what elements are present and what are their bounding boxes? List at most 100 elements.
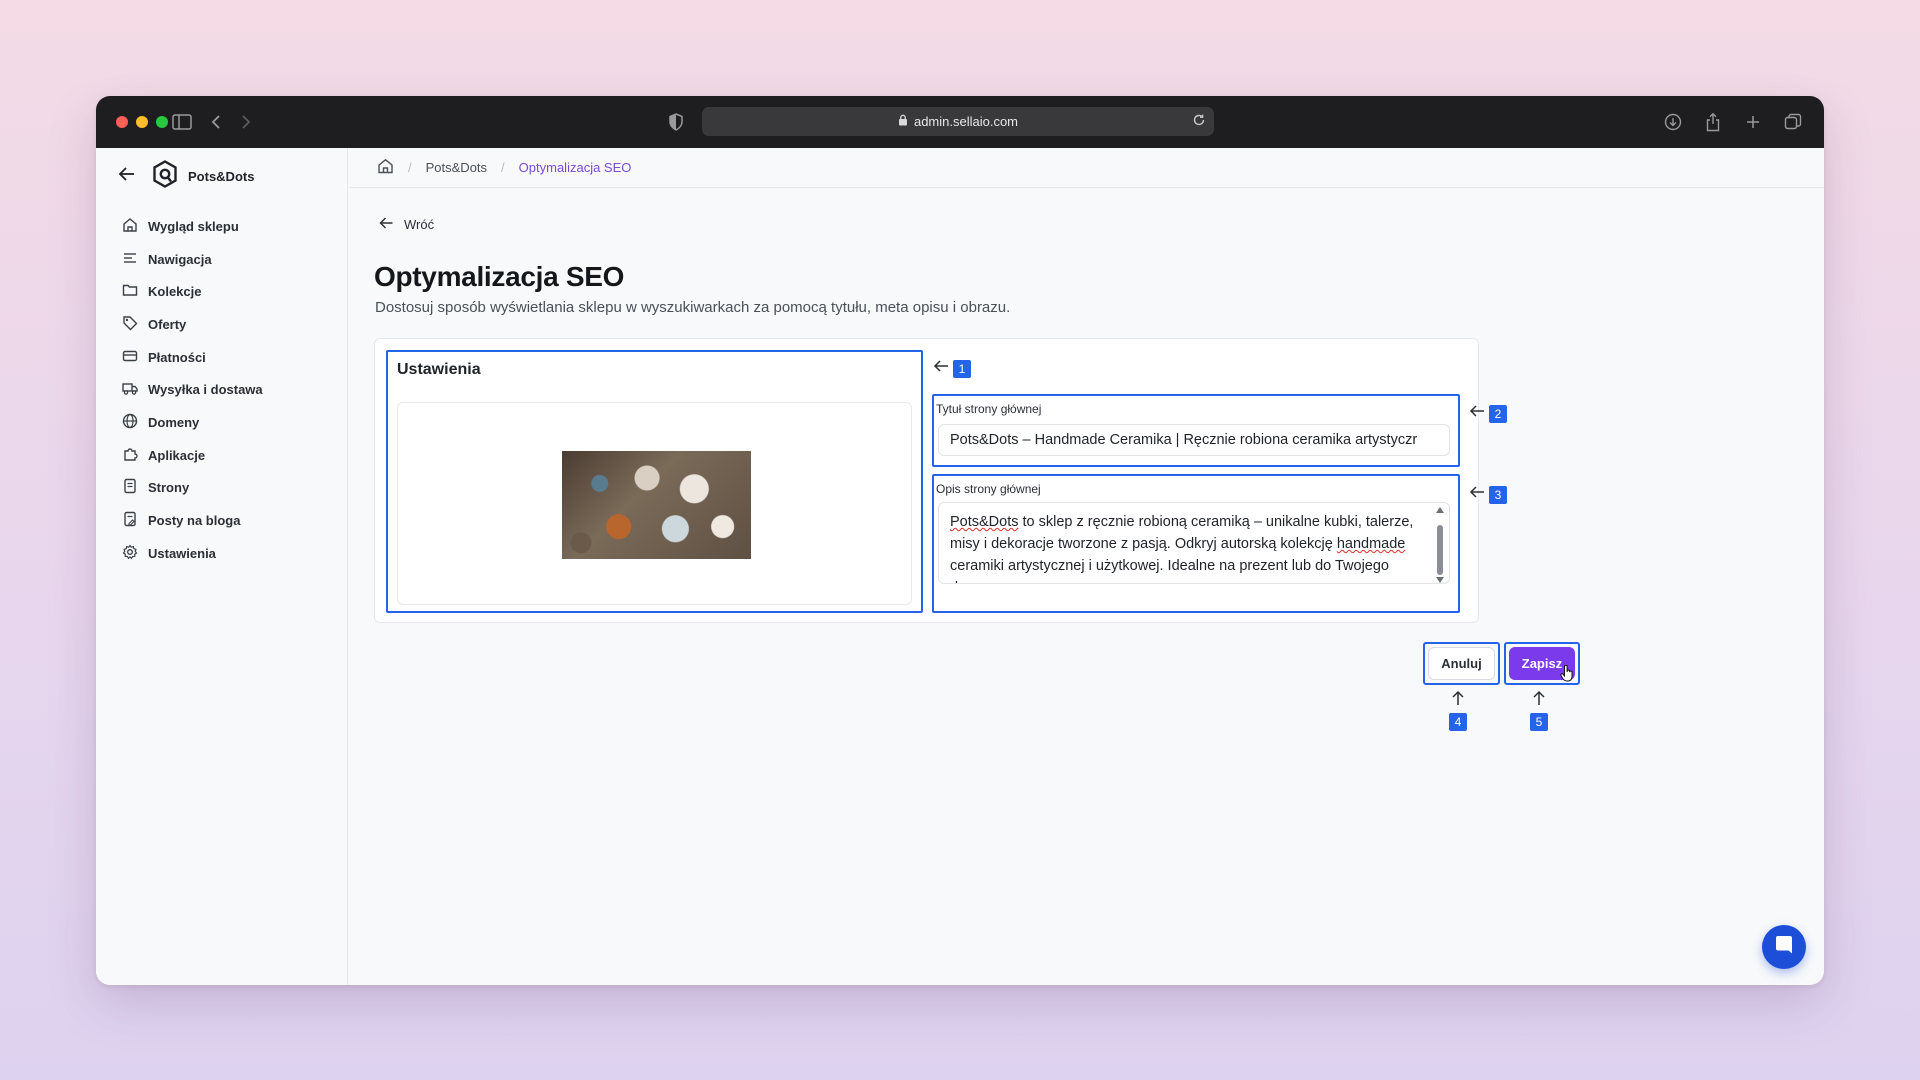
pointer-cursor-icon [1560, 664, 1574, 687]
sidebar-item-label: Płatności [148, 349, 206, 365]
sidebar-item-label: Wygląd sklepu [148, 218, 239, 234]
sidebar-item-apps[interactable]: Aplikacje [122, 439, 263, 472]
arrow-up-icon [1451, 690, 1465, 711]
chat-button[interactable] [1762, 925, 1806, 969]
sidebar-item-label: Nawigacja [148, 251, 212, 267]
zoom-window-button[interactable] [156, 116, 168, 128]
back-nav-icon[interactable] [204, 110, 228, 134]
page-subtitle: Dostosuj sposób wyświetlania sklepu w wy… [375, 299, 1011, 316]
browser-toolbar: admin.sellaio.com [96, 96, 1824, 148]
sidebar-toggle-icon[interactable] [170, 110, 194, 134]
gear-icon [122, 544, 138, 563]
settings-panel: Ustawienia [386, 350, 923, 613]
truck-icon [122, 380, 138, 399]
address-bar[interactable]: admin.sellaio.com [702, 107, 1214, 136]
settings-title: Ustawienia [397, 361, 481, 378]
arrow-left-icon [1469, 404, 1485, 423]
tag-icon [122, 315, 138, 334]
homepage-title-input[interactable]: Pots&Dots – Handmade Ceramika | Ręcznie … [938, 424, 1450, 456]
privacy-shield-icon[interactable] [664, 110, 688, 134]
sidebar-item-label: Wysyłka i dostawa [148, 382, 263, 398]
sidebar-item-store-appearance[interactable]: Wygląd sklepu [122, 210, 263, 243]
scroll-up-icon[interactable] [1436, 507, 1444, 513]
reload-icon[interactable] [1192, 113, 1206, 130]
main-content: / Pots&Dots / Optymalizacja SEO Wróć Opt… [349, 148, 1824, 985]
sidebar-item-label: Kolekcje [148, 284, 202, 300]
menu-lines-icon [122, 250, 138, 269]
sidebar-item-offers[interactable]: Oferty [122, 308, 263, 341]
sidebar-item-label: Aplikacje [148, 447, 206, 463]
cancel-button[interactable]: Anuluj [1428, 647, 1495, 680]
sidebar-item-payments[interactable]: Płatności [122, 341, 263, 374]
arrow-left-icon [379, 216, 394, 233]
annotation-5: 5 [1530, 690, 1548, 731]
sidebar-item-settings[interactable]: Ustawienia [122, 537, 263, 570]
seo-settings-card: Ustawienia 1 Tytuł strony głównej Pots&D… [374, 338, 1507, 623]
blog-post-icon [122, 511, 138, 530]
close-window-button[interactable] [116, 116, 128, 128]
annotation-1: 1 [933, 359, 971, 378]
forward-nav-icon[interactable] [234, 110, 258, 134]
homepage-description-textarea[interactable]: Pots&Dots to sklep z ręcznie robioną cer… [938, 502, 1450, 584]
sidebar-item-label: Ustawienia [148, 545, 216, 561]
breadcrumb-separator: / [501, 160, 505, 175]
sidebar-nav: Wygląd sklepu Nawigacja Kolekcje Oferty … [122, 210, 263, 570]
sidebar-item-collections[interactable]: Kolekcje [122, 275, 263, 308]
annotation-4: 4 [1449, 690, 1467, 731]
annotation-number: 1 [953, 359, 971, 378]
sidebar-item-navigation[interactable]: Nawigacja [122, 243, 263, 276]
spellcheck-word: handmade [1336, 536, 1406, 552]
cancel-button-highlight: Anuluj [1423, 642, 1500, 685]
page-title: Optymalizacja SEO [374, 261, 625, 292]
store-logo-icon [152, 160, 178, 193]
tab-overview-icon[interactable] [1781, 110, 1805, 134]
lock-icon [898, 114, 908, 129]
download-icon[interactable] [1661, 110, 1685, 134]
seo-image-upload[interactable] [397, 402, 912, 605]
sidebar-item-label: Domeny [148, 414, 200, 430]
spellcheck-word: Pots&Dots [950, 514, 1019, 530]
new-tab-icon[interactable] [1741, 110, 1765, 134]
description-text: ceramiki artystycznej i użytkowej. Ideal… [950, 558, 1389, 583]
puzzle-icon [122, 446, 138, 465]
breadcrumb: / Pots&Dots / Optymalizacja SEO [349, 148, 1824, 188]
annotation-number: 2 [1489, 404, 1507, 423]
home-breadcrumb-icon[interactable] [377, 158, 394, 177]
share-icon[interactable] [1701, 110, 1725, 134]
credit-card-icon [122, 348, 138, 367]
browser-window: admin.sellaio.com Pots&Dots Wygląd sklep… [96, 96, 1824, 985]
chat-bubble-icon [1773, 934, 1795, 961]
homepage-title-field: Tytuł strony głównej Pots&Dots – Handmad… [932, 394, 1460, 467]
url-text: admin.sellaio.com [913, 114, 1019, 129]
page-icon [122, 478, 138, 497]
back-link-label: Wróć [404, 217, 435, 232]
arrow-up-icon [1532, 690, 1546, 711]
minimize-window-button[interactable] [136, 116, 148, 128]
annotation-3: 3 [1469, 485, 1507, 504]
breadcrumb-store-link[interactable]: Pots&Dots [426, 160, 487, 175]
sidebar-item-domains[interactable]: Domeny [122, 406, 263, 439]
breadcrumb-current: Optymalizacja SEO [518, 160, 632, 175]
seo-preview-image [562, 451, 751, 559]
breadcrumb-separator: / [408, 160, 412, 175]
annotation-number: 3 [1489, 485, 1507, 504]
annotation-number: 5 [1530, 713, 1548, 731]
sidebar: Pots&Dots Wygląd sklepu Nawigacja Kolekc… [96, 148, 348, 985]
sidebar-item-pages[interactable]: Strony [122, 472, 263, 505]
sidebar-item-shipping[interactable]: Wysyłka i dostawa [122, 373, 263, 406]
sidebar-item-label: Posty na bloga [148, 513, 241, 529]
globe-icon [122, 413, 138, 432]
window-controls [116, 116, 168, 128]
textarea-scrollbar[interactable] [1435, 507, 1445, 583]
back-link[interactable]: Wróć [379, 216, 434, 233]
scroll-down-icon[interactable] [1436, 577, 1444, 583]
store-name: Pots&Dots [188, 169, 255, 184]
homepage-description-label: Opis strony głównej [936, 482, 1041, 496]
back-arrow-icon[interactable] [118, 166, 136, 187]
arrow-left-icon [1469, 485, 1485, 504]
scrollbar-thumb[interactable] [1437, 525, 1443, 575]
annotation-2: 2 [1469, 404, 1507, 423]
folder-icon [122, 282, 138, 301]
sidebar-item-blog-posts[interactable]: Posty na bloga [122, 504, 263, 537]
home-icon [122, 217, 138, 236]
